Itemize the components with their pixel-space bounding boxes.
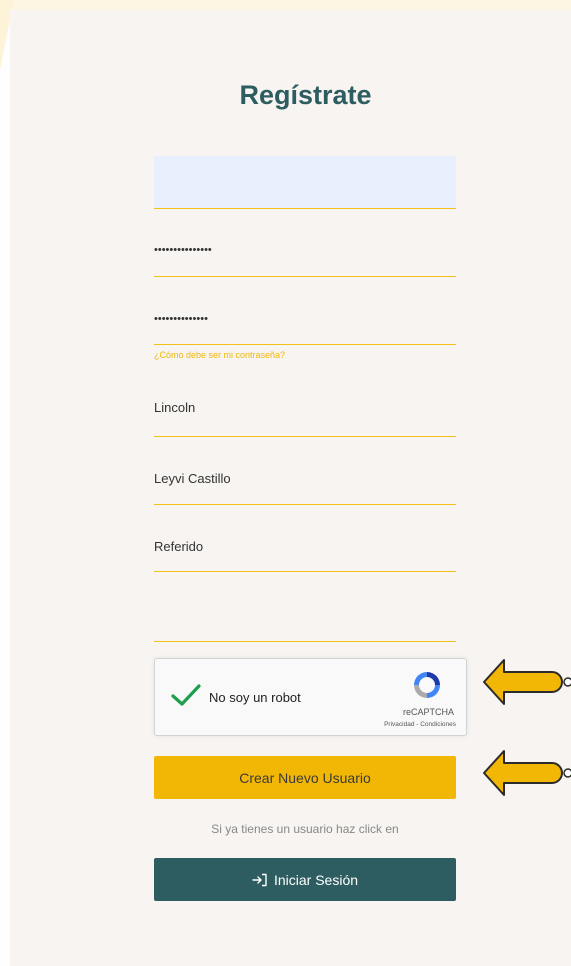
last-name-field-wrapper [154, 458, 456, 505]
arrow-left-icon [483, 659, 571, 705]
recaptcha-label: No soy un robot [209, 690, 301, 705]
referral-field-wrapper [154, 526, 456, 572]
password-field-wrapper [154, 236, 456, 277]
checkmark-icon[interactable] [171, 683, 201, 707]
recaptcha-brand: reCAPTCHA [402, 707, 454, 717]
extra-field-wrapper [154, 596, 456, 642]
password-confirm-field[interactable] [154, 304, 456, 334]
recaptcha-legal-links[interactable]: Privacidad - Condiciones [384, 721, 456, 728]
password-field[interactable] [154, 236, 456, 264]
page-title: Regístrate [239, 80, 372, 110]
arrow-left-icon [483, 750, 571, 796]
sign-in-icon [252, 873, 267, 886]
recaptcha-widget[interactable]: No soy un robot reCAPTCHA Privacidad - C… [154, 658, 467, 736]
first-name-field-wrapper [154, 388, 456, 437]
recaptcha-logo-icon [414, 672, 440, 698]
referral-field[interactable] [154, 526, 456, 566]
login-button-label: Iniciar Sesión [273, 871, 359, 888]
first-name-field[interactable] [154, 388, 456, 426]
extra-field[interactable] [154, 596, 456, 636]
create-user-button[interactable]: Crear Nuevo Usuario [154, 756, 456, 799]
password-hint-link[interactable]: ¿Cómo debe ser mi contraseña? [154, 350, 285, 360]
password-confirm-field-wrapper [154, 304, 456, 345]
login-prompt-text: Si ya tienes un usuario haz click en [211, 822, 399, 836]
last-name-field[interactable] [154, 458, 456, 498]
login-button[interactable]: Iniciar Sesión [154, 858, 456, 901]
email-field-wrapper [154, 156, 456, 209]
email-field[interactable] [154, 156, 456, 208]
